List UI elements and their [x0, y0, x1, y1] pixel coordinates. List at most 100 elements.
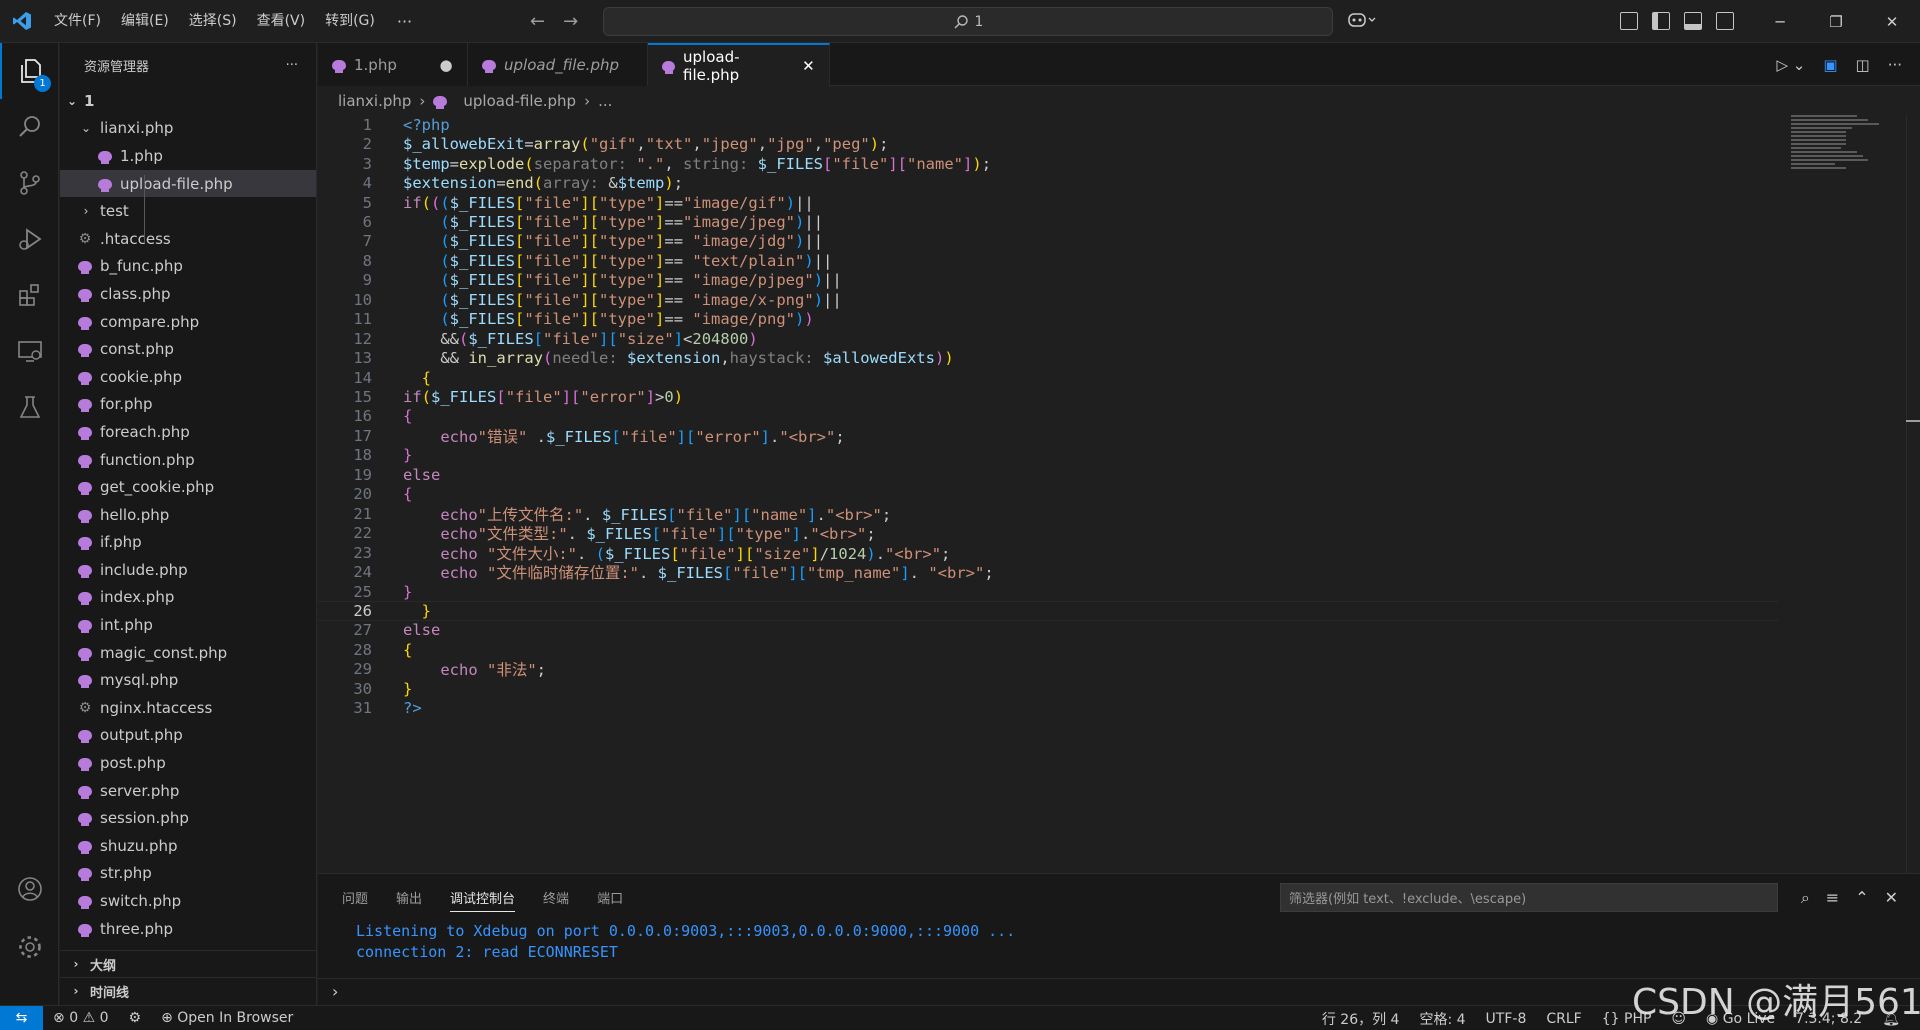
- tree-item[interactable]: cookie.php: [60, 363, 316, 391]
- menu-more-button[interactable]: ···: [385, 0, 424, 43]
- code-line[interactable]: 13 && in_array(needle: $extension,haysta…: [318, 348, 1778, 367]
- tree-item[interactable]: int.php: [60, 611, 316, 639]
- tree-item[interactable]: three.php: [60, 915, 316, 943]
- code-line[interactable]: 19 else: [318, 465, 1778, 484]
- cursor-position[interactable]: 行 26，列 4: [1312, 1009, 1410, 1029]
- code-line[interactable]: 20 {: [318, 485, 1778, 504]
- code-line[interactable]: 14 {: [318, 368, 1778, 387]
- tree-item[interactable]: compare.php: [60, 308, 316, 336]
- tree-item[interactable]: foreach.php: [60, 418, 316, 446]
- tree-item[interactable]: upload-file.php: [60, 169, 316, 198]
- code-editor[interactable]: 1 <?php 2 $_allowebExit=array("gif","txt","…: [318, 115, 1920, 873]
- restore-icon[interactable]: ❐: [1808, 0, 1864, 43]
- toggle-primary-sidebar-icon[interactable]: [1652, 12, 1670, 30]
- indentation[interactable]: 空格: 4: [1409, 1009, 1475, 1029]
- line-ending[interactable]: CRLF: [1536, 1011, 1591, 1027]
- tree-item[interactable]: 1.php: [60, 142, 316, 170]
- tree-item[interactable]: output.php: [60, 722, 316, 750]
- toggle-secondary-sidebar-icon[interactable]: [1716, 12, 1734, 30]
- code-line[interactable]: 8 ($_FILES["file"]["type"]== "text/plain…: [318, 251, 1778, 270]
- breadcrumb-file[interactable]: upload-file.php: [463, 92, 576, 110]
- remote-indicator-icon[interactable]: ⇆: [0, 1005, 43, 1030]
- tree-item[interactable]: ⌄ lianxi.php: [60, 115, 316, 143]
- tree-item[interactable]: b_func.php: [60, 253, 316, 281]
- code-line[interactable]: 17 echo"错误" .$_FILES["file"]["error"]."<…: [318, 426, 1778, 446]
- code-line[interactable]: 24 echo "文件临时储存位置:". $_FILES["file"]["tm…: [318, 562, 1778, 582]
- code-line[interactable]: 12 &&($_FILES["file"]["size"]<204800): [318, 329, 1778, 348]
- clear-console-icon[interactable]: ≡: [1826, 888, 1839, 908]
- search-view-icon[interactable]: [0, 99, 59, 155]
- tree-item[interactable]: index.php: [60, 584, 316, 612]
- forward-arrow-icon[interactable]: →: [563, 11, 578, 32]
- menu-edit[interactable]: 编辑(E): [111, 0, 179, 43]
- extensions-icon[interactable]: [0, 267, 59, 323]
- code-line[interactable]: 9 ($_FILES["file"]["type"]== "image/pjpe…: [318, 271, 1778, 290]
- menu-go[interactable]: 转到(G): [315, 0, 385, 43]
- tree-item[interactable]: server.php: [60, 777, 316, 805]
- tree-item[interactable]: ⚙ .htaccess: [60, 225, 316, 253]
- code-line[interactable]: 1 <?php: [318, 115, 1778, 134]
- tab-ports[interactable]: 端口: [597, 888, 623, 912]
- toggle-panel-icon[interactable]: [1684, 12, 1702, 30]
- code-line[interactable]: 11 ($_FILES["file"]["type"]== "image/png…: [318, 310, 1778, 329]
- tree-item[interactable]: hello.php: [60, 501, 316, 529]
- code-line[interactable]: 27 else: [318, 621, 1778, 640]
- tree-item[interactable]: get_cookie.php: [60, 473, 316, 501]
- code-line[interactable]: 25}: [318, 582, 1778, 601]
- close-tab-icon[interactable]: ✕: [802, 57, 815, 75]
- code-line[interactable]: 28 {: [318, 640, 1778, 659]
- code-line[interactable]: 22 echo"文件类型:". $_FILES["file"]["type"].…: [318, 523, 1778, 543]
- debug-status-icon[interactable]: ⚙: [119, 1010, 152, 1026]
- code-line[interactable]: 6 ($_FILES["file"]["type"]=="image/jpeg"…: [318, 212, 1778, 231]
- code-line[interactable]: 3 $temp=explode(separator: ".", string: $…: [318, 154, 1778, 173]
- code-line[interactable]: 10 ($_FILES["file"]["type"]== "image/x-p…: [318, 290, 1778, 309]
- close-panel-icon[interactable]: ✕: [1885, 888, 1898, 908]
- copilot-icon[interactable]: [1348, 11, 1378, 33]
- tree-item[interactable]: › test: [60, 197, 316, 225]
- code-line[interactable]: 15 if($_FILES["file"]["error"]>0): [318, 387, 1778, 406]
- more-actions-icon[interactable]: ···: [1888, 56, 1902, 74]
- timeline-section[interactable]: › 时间线: [60, 977, 317, 1004]
- code-line[interactable]: 23 echo "文件大小:". ($_FILES["file"]["size"…: [318, 543, 1778, 563]
- tree-item[interactable]: mysql.php: [60, 666, 316, 694]
- tab-terminal[interactable]: 终端: [543, 888, 569, 912]
- tree-item[interactable]: ⚙ nginx.htaccess: [60, 694, 316, 722]
- encoding[interactable]: UTF-8: [1476, 1011, 1537, 1027]
- tab-debug-console[interactable]: 调试控制台: [450, 888, 516, 912]
- tree-item[interactable]: if.php: [60, 529, 316, 557]
- minimap[interactable]: [1791, 115, 1901, 185]
- tree-item[interactable]: switch.php: [60, 887, 316, 915]
- code-line[interactable]: 30}: [318, 679, 1778, 698]
- explorer-icon[interactable]: 1: [0, 43, 59, 99]
- tree-item[interactable]: class.php: [60, 280, 316, 308]
- account-icon[interactable]: [0, 861, 59, 917]
- close-window-icon[interactable]: ✕: [1864, 0, 1920, 43]
- tree-item[interactable]: magic_const.php: [60, 639, 316, 667]
- code-line[interactable]: 31 ?>: [318, 699, 1778, 718]
- breadcrumb-tail[interactable]: ...: [598, 92, 612, 110]
- code-line[interactable]: 21 echo"上传文件名:". $_FILES["file"]["name"]…: [318, 504, 1778, 524]
- problems-status[interactable]: ⊗ 0 ⚠ 0: [43, 1010, 119, 1026]
- workspace-root[interactable]: ⌄ 1: [60, 87, 316, 115]
- tab-output[interactable]: 输出: [396, 888, 422, 912]
- code-line[interactable]: 7 ($_FILES["file"]["type"]== "image/jdg"…: [318, 232, 1778, 251]
- maximize-panel-icon[interactable]: ⌃: [1855, 888, 1868, 908]
- tree-item[interactable]: for.php: [60, 391, 316, 419]
- tree-item[interactable]: session.php: [60, 804, 316, 832]
- customize-layout-icon[interactable]: [1620, 12, 1638, 30]
- source-control-icon[interactable]: [0, 155, 59, 211]
- code-line[interactable]: 16 {: [318, 407, 1778, 426]
- code-line[interactable]: 5 if((($_FILES["file"]["type"]=="image/gi…: [318, 193, 1778, 212]
- code-line[interactable]: 29 echo "非法";: [318, 660, 1778, 679]
- find-icon[interactable]: ⌕: [1801, 888, 1810, 908]
- run-file-icon[interactable]: ▷ ⌄: [1776, 56, 1805, 74]
- split-editor-icon[interactable]: ◫: [1856, 56, 1870, 74]
- remote-explorer-icon[interactable]: [0, 323, 59, 379]
- tab-1-php[interactable]: 1.php ●: [318, 43, 468, 86]
- testing-icon[interactable]: [0, 379, 59, 435]
- explorer-more-button[interactable]: ···: [286, 58, 298, 73]
- code-line[interactable]: 2 $_allowebExit=array("gif","txt","jpeg",…: [318, 134, 1778, 153]
- open-in-browser-button[interactable]: ⊕ Open In Browser: [151, 1010, 303, 1026]
- command-center-search[interactable]: 1: [603, 7, 1333, 36]
- settings-gear-icon[interactable]: [0, 919, 59, 975]
